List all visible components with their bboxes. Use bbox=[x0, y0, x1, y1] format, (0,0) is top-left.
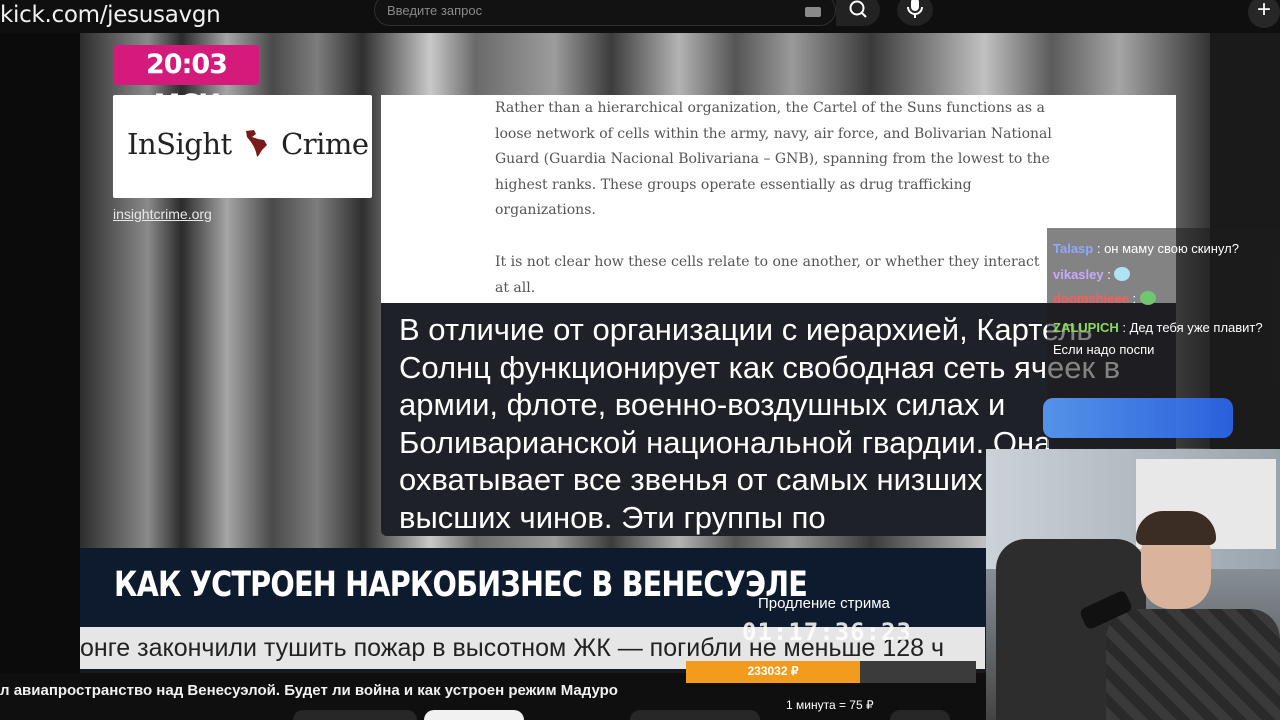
mic-button[interactable] bbox=[897, 0, 933, 26]
chat-text: : bbox=[1107, 267, 1111, 282]
chat-message: vikasley : bbox=[1053, 264, 1131, 286]
latin-america-map-icon bbox=[246, 130, 268, 157]
chat-text: : он маму свою скинул? bbox=[1096, 241, 1239, 256]
search-button[interactable] bbox=[836, 0, 880, 26]
search-box[interactable] bbox=[374, 0, 836, 26]
logo-text: InSight Crime bbox=[127, 127, 369, 161]
extension-label: Продление стрима bbox=[758, 595, 890, 612]
join-button[interactable] bbox=[424, 710, 524, 720]
webcam-streamer-hair bbox=[1136, 511, 1216, 545]
news-headline: КАК УСТРОЕН НАРКОБИЗНЕС В ВЕНЕСУЭЛЕ bbox=[114, 565, 808, 605]
keyboard-icon[interactable] bbox=[805, 7, 821, 17]
extension-timer: 01:17:36:23 bbox=[742, 618, 912, 646]
article-paragraph-1: Rather than a hierarchical organization,… bbox=[495, 100, 1052, 218]
share-button[interactable] bbox=[890, 710, 950, 720]
chat-message: Talasp : он маму свою скинул? bbox=[1053, 238, 1239, 260]
emote-icon bbox=[1114, 267, 1131, 281]
extension-amount: 233032 ₽ bbox=[747, 664, 799, 678]
chat-message: doomshieee : bbox=[1053, 288, 1156, 310]
video-title: л авиапространство над Венесуэлой. Будет… bbox=[0, 682, 618, 699]
article-paragraph-2: It is not clear how these cells relate t… bbox=[495, 254, 1040, 296]
mic-icon bbox=[907, 0, 923, 18]
chat-username[interactable]: doomshieee bbox=[1053, 291, 1129, 306]
video-left-edge bbox=[0, 33, 80, 673]
action-buttons-row bbox=[0, 708, 1280, 720]
chat-username[interactable]: Talasp bbox=[1053, 241, 1093, 256]
extension-progress-bar: 233032 ₽ bbox=[686, 661, 976, 683]
search-input[interactable] bbox=[387, 3, 787, 18]
streamer-webcam bbox=[986, 449, 1280, 720]
chat-username[interactable]: vikasley bbox=[1053, 267, 1104, 282]
subscribe-button[interactable] bbox=[293, 710, 417, 720]
create-button[interactable]: + bbox=[1248, 0, 1280, 28]
chat-username[interactable]: ZALUPICH bbox=[1053, 320, 1119, 335]
emote-icon bbox=[1139, 291, 1156, 305]
time-badge: 20:03 МСК bbox=[114, 45, 259, 120]
top-bar: kick.com/jesusavgn + bbox=[0, 0, 1280, 33]
donation-alert bbox=[1043, 398, 1233, 438]
search-icon bbox=[849, 0, 867, 18]
webcam-streamer-body bbox=[1106, 609, 1280, 720]
chat-text: : bbox=[1132, 291, 1137, 306]
like-button[interactable] bbox=[630, 710, 760, 720]
insight-crime-logo: InSight Crime bbox=[113, 95, 372, 198]
chat-message: ZALUPICH : Дед тебя уже плавит? Если над… bbox=[1053, 317, 1278, 361]
source-url: insightcrime.org bbox=[113, 206, 212, 222]
logo-left: InSight bbox=[127, 127, 232, 161]
logo-right: Crime bbox=[281, 127, 369, 161]
channel-url[interactable]: kick.com/jesusavgn bbox=[0, 2, 221, 28]
plus-icon: + bbox=[1256, 0, 1271, 23]
